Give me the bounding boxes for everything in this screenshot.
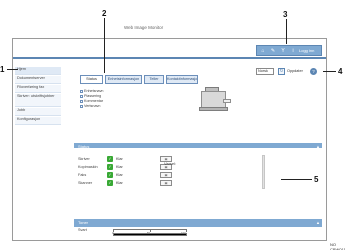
scanner-status-button[interactable]: ▣ [160,180,172,186]
sidebar-item-file-transfer[interactable]: Filoverføring fax [15,85,61,93]
tools-icon[interactable]: ✎ [270,48,276,54]
help-icon[interactable]: ? [310,68,317,75]
device-details: Enhetsnavn Plassering Kommentar Vertsnav… [74,84,134,124]
ready-icon: ✓ [107,156,113,162]
home-icon[interactable]: ⌂ [260,48,266,54]
printer-image [199,86,232,112]
callout-5: 5 [314,175,319,184]
callout-line [323,71,336,72]
figure-code: NO CBW011 [330,242,346,250]
tab-bar: Status Enhetsinformasjon Teller Kontakti… [80,75,198,84]
ready-icon: ✓ [107,180,113,186]
status-row: Faks ✓ Klar ▣ [74,172,204,180]
refresh-button[interactable]: Oppdater [287,69,303,73]
sidebar-item-home[interactable]: Hjem [15,67,61,75]
callout-2: 2 [102,9,107,18]
toner-section: Svart 0 50 100 [74,227,322,238]
alert-caption: Varsel: [164,161,177,166]
brand-title: Web Image Monitor [124,25,164,30]
logout-button[interactable]: Logg inn [299,48,314,53]
status-row: Skanner ✓ Klar ▣ [74,180,204,188]
info-icon[interactable]: i [290,48,296,54]
sidebar-item-configuration[interactable]: Konfigurasjon [15,117,61,125]
checkbox-icon [80,90,83,93]
checkbox-icon [80,105,83,108]
tab-device-info[interactable]: Enhetsinformasjon [105,75,142,84]
callout-line [286,19,287,44]
detail-item: Vertsnavn [80,104,100,108]
collapse-icon[interactable]: ▲ [316,219,320,227]
sidebar: Hjem Dokumentserver Filoverføring fax Sk… [13,64,63,240]
callout-1: 1 [0,65,5,74]
ready-icon: ✓ [107,172,113,178]
detail-item: Kommentar [80,99,103,103]
toner-label: Svart [78,228,87,232]
view-controls: Norsk ↻ Oppdater ? [256,68,318,76]
status-row: Kopimaskin ✓ Klar ▣ [74,164,204,172]
sidebar-item-document-server[interactable]: Dokumentserver [15,76,61,84]
detail-item: Plassering [80,94,101,98]
detail-item: Enhetsnavn [80,89,103,93]
checkbox-icon [80,95,83,98]
filter-icon[interactable]: Y [280,48,286,54]
toner-level-bar [113,233,187,236]
status-scrollbar[interactable] [262,155,265,189]
callout-4: 4 [338,67,343,76]
tab-counter[interactable]: Teller [144,75,164,84]
top-toolbar: ⌂ ✎ Y i Logg inn [256,45,322,56]
sidebar-item-print-jobs[interactable]: Skriver: utskriftsjobber [15,94,61,107]
checkbox-icon [80,100,83,103]
toner-section-header: Toner ▲ [74,219,322,227]
ready-icon: ✓ [107,164,113,170]
status-row: Skriver ✓ Klar ▣ [74,156,204,164]
callout-line [7,69,18,70]
language-select[interactable]: Norsk [256,68,274,75]
callout-3: 3 [283,10,288,19]
refresh-icon[interactable]: ↻ [278,68,285,75]
callout-line [281,179,312,180]
tab-contact-info[interactable]: Kontaktinformasjon [166,75,198,84]
fax-status-button[interactable]: ▣ [160,172,172,178]
callout-line [104,18,105,73]
sidebar-item-job[interactable]: Jobb [15,108,61,116]
tab-status[interactable]: Status [80,75,103,84]
header-rule [13,57,326,59]
toner-level-fill [114,234,186,235]
